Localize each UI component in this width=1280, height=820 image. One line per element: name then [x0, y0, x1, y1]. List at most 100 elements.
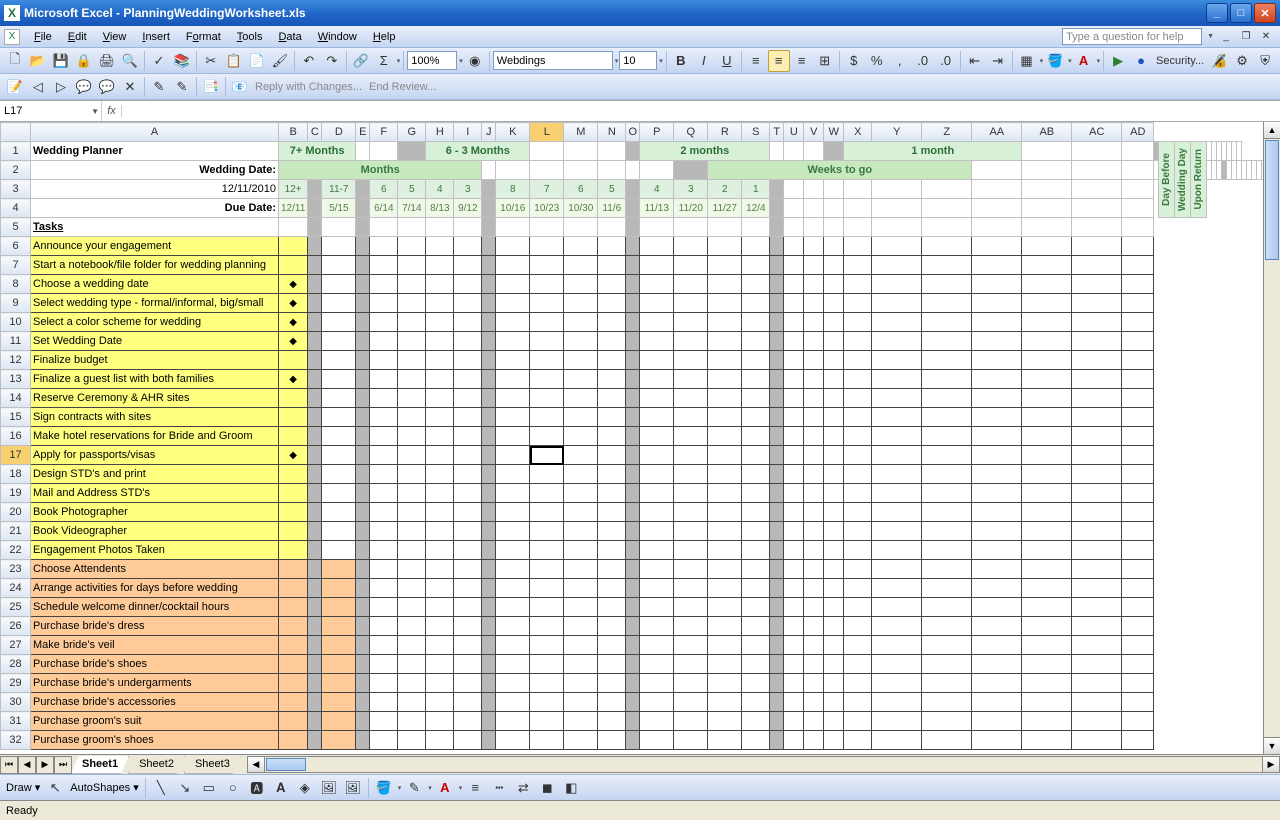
mdi-minimize[interactable]: _: [1218, 30, 1234, 44]
align-right-icon[interactable]: ≡: [791, 50, 813, 72]
fill-color-icon[interactable]: 🪣: [1044, 50, 1066, 72]
help-icon[interactable]: ◉: [464, 50, 486, 72]
reply-changes-button[interactable]: Reply with Changes...: [252, 81, 365, 93]
textbox-icon[interactable]: 🅰: [246, 777, 268, 799]
decrease-indent-icon[interactable]: ⇤: [964, 50, 986, 72]
underline-icon[interactable]: U: [716, 50, 738, 72]
security-button[interactable]: Security...: [1153, 55, 1207, 67]
arrow-style-icon[interactable]: ⇄: [512, 777, 534, 799]
horizontal-scrollbar[interactable]: ◀ ▶: [247, 756, 1280, 773]
track-changes-icon[interactable]: 📑: [200, 76, 222, 98]
sheet-tab-1[interactable]: Sheet1: [71, 756, 129, 774]
percent-icon[interactable]: %: [866, 50, 888, 72]
ink-icon[interactable]: ✎: [148, 76, 170, 98]
paste-icon[interactable]: 📄: [246, 50, 268, 72]
menu-file[interactable]: File: [26, 29, 60, 45]
show-comment-icon[interactable]: 💬: [73, 76, 95, 98]
play-icon[interactable]: ▶: [1107, 50, 1129, 72]
menu-edit[interactable]: Edit: [60, 29, 95, 45]
rectangle-icon[interactable]: ▭: [198, 777, 220, 799]
menu-help[interactable]: Help: [365, 29, 404, 45]
prev-comment-icon[interactable]: ◁: [27, 76, 49, 98]
copy-icon[interactable]: 📋: [223, 50, 245, 72]
undo-icon[interactable]: ↶: [298, 50, 320, 72]
tab-prev-icon[interactable]: ◀: [18, 756, 36, 774]
new-icon[interactable]: 🗋: [4, 50, 26, 72]
font-select[interactable]: [493, 51, 613, 70]
line-color-icon[interactable]: ✎: [403, 777, 425, 799]
format-painter-icon[interactable]: 🖌: [269, 50, 291, 72]
menu-format[interactable]: Format: [178, 29, 229, 45]
draw-menu[interactable]: Draw ▾: [4, 781, 42, 794]
cut-icon[interactable]: ✂: [200, 50, 222, 72]
security-tool3-icon[interactable]: ⛨: [1254, 50, 1276, 72]
3d-icon[interactable]: ◧: [560, 777, 582, 799]
dash-style-icon[interactable]: ┅: [488, 777, 510, 799]
fill-color-draw-icon[interactable]: 🪣: [373, 777, 395, 799]
delete-comment-icon[interactable]: ✕: [119, 76, 141, 98]
end-review-button[interactable]: End Review...: [366, 81, 439, 93]
line-style-icon[interactable]: ≡: [464, 777, 486, 799]
formula-input[interactable]: [122, 102, 1280, 120]
currency-icon[interactable]: $: [843, 50, 865, 72]
tab-first-icon[interactable]: ⏮: [0, 756, 18, 774]
menu-window[interactable]: Window: [310, 29, 365, 45]
menu-insert[interactable]: Insert: [134, 29, 178, 45]
hscroll-thumb[interactable]: [266, 758, 306, 771]
minimize-button[interactable]: _: [1206, 3, 1228, 23]
line-icon[interactable]: ╲: [150, 777, 172, 799]
font-color-draw-icon[interactable]: A: [434, 777, 456, 799]
scroll-right-icon[interactable]: ▶: [1262, 757, 1279, 772]
autosum-icon[interactable]: Σ: [373, 50, 395, 72]
tab-last-icon[interactable]: ⏭: [54, 756, 72, 774]
new-comment-icon[interactable]: 📝: [4, 76, 26, 98]
worksheet-area[interactable]: ABCDEFGHIJKLMNOPQRSTUVWXYZAAABACAD1Weddi…: [0, 122, 1280, 774]
mdi-restore[interactable]: ❐: [1238, 30, 1254, 44]
align-center-icon[interactable]: ≡: [768, 50, 790, 72]
print-preview-icon[interactable]: 🔍: [119, 50, 141, 72]
help-search-input[interactable]: [1062, 28, 1202, 45]
save-icon[interactable]: 💾: [50, 50, 72, 72]
record-icon[interactable]: ●: [1130, 50, 1152, 72]
autoshapes-menu[interactable]: AutoShapes ▾: [68, 781, 141, 794]
menu-view[interactable]: View: [95, 29, 135, 45]
research-icon[interactable]: 📚: [171, 50, 193, 72]
shadow-icon[interactable]: ◼: [536, 777, 558, 799]
sheet-tab-3[interactable]: Sheet3: [184, 756, 241, 774]
decrease-decimal-icon[interactable]: .0: [935, 50, 957, 72]
close-button[interactable]: ✕: [1254, 3, 1276, 23]
menu-tools[interactable]: Tools: [229, 29, 271, 45]
mdi-close[interactable]: ✕: [1258, 30, 1274, 44]
increase-decimal-icon[interactable]: .0: [912, 50, 934, 72]
redo-icon[interactable]: ↷: [321, 50, 343, 72]
picture-icon[interactable]: 🖼: [342, 777, 364, 799]
security-tool2-icon[interactable]: ⚙: [1231, 50, 1253, 72]
font-size-select[interactable]: [619, 51, 657, 70]
fx-icon[interactable]: fx: [102, 105, 122, 117]
wordart-icon[interactable]: 𝐀: [270, 777, 292, 799]
align-left-icon[interactable]: ≡: [745, 50, 767, 72]
zoom-select[interactable]: [407, 51, 457, 70]
oval-icon[interactable]: ○: [222, 777, 244, 799]
show-ink-icon[interactable]: ✎: [171, 76, 193, 98]
scroll-left-icon[interactable]: ◀: [248, 757, 265, 772]
merge-center-icon[interactable]: ⊞: [814, 50, 836, 72]
scroll-down-icon[interactable]: ▼: [1264, 737, 1280, 754]
borders-icon[interactable]: ▦: [1016, 50, 1038, 72]
increase-indent-icon[interactable]: ⇥: [987, 50, 1009, 72]
spelling-icon[interactable]: ✓: [148, 50, 170, 72]
clipart-icon[interactable]: 🖼: [318, 777, 340, 799]
sheet-tab-2[interactable]: Sheet2: [128, 756, 185, 774]
maximize-button[interactable]: □: [1230, 3, 1252, 23]
arrow-icon[interactable]: ↘: [174, 777, 196, 799]
app-icon[interactable]: X: [4, 29, 20, 45]
vertical-scrollbar[interactable]: ▲ ▼: [1263, 122, 1280, 754]
hyperlink-icon[interactable]: 🔗: [350, 50, 372, 72]
show-all-comments-icon[interactable]: 💬: [96, 76, 118, 98]
send-mail-icon[interactable]: 📧: [229, 76, 251, 98]
tab-next-icon[interactable]: ▶: [36, 756, 54, 774]
comma-icon[interactable]: ,: [889, 50, 911, 72]
scroll-up-icon[interactable]: ▲: [1264, 122, 1280, 139]
menu-data[interactable]: Data: [270, 29, 309, 45]
bold-icon[interactable]: B: [670, 50, 692, 72]
